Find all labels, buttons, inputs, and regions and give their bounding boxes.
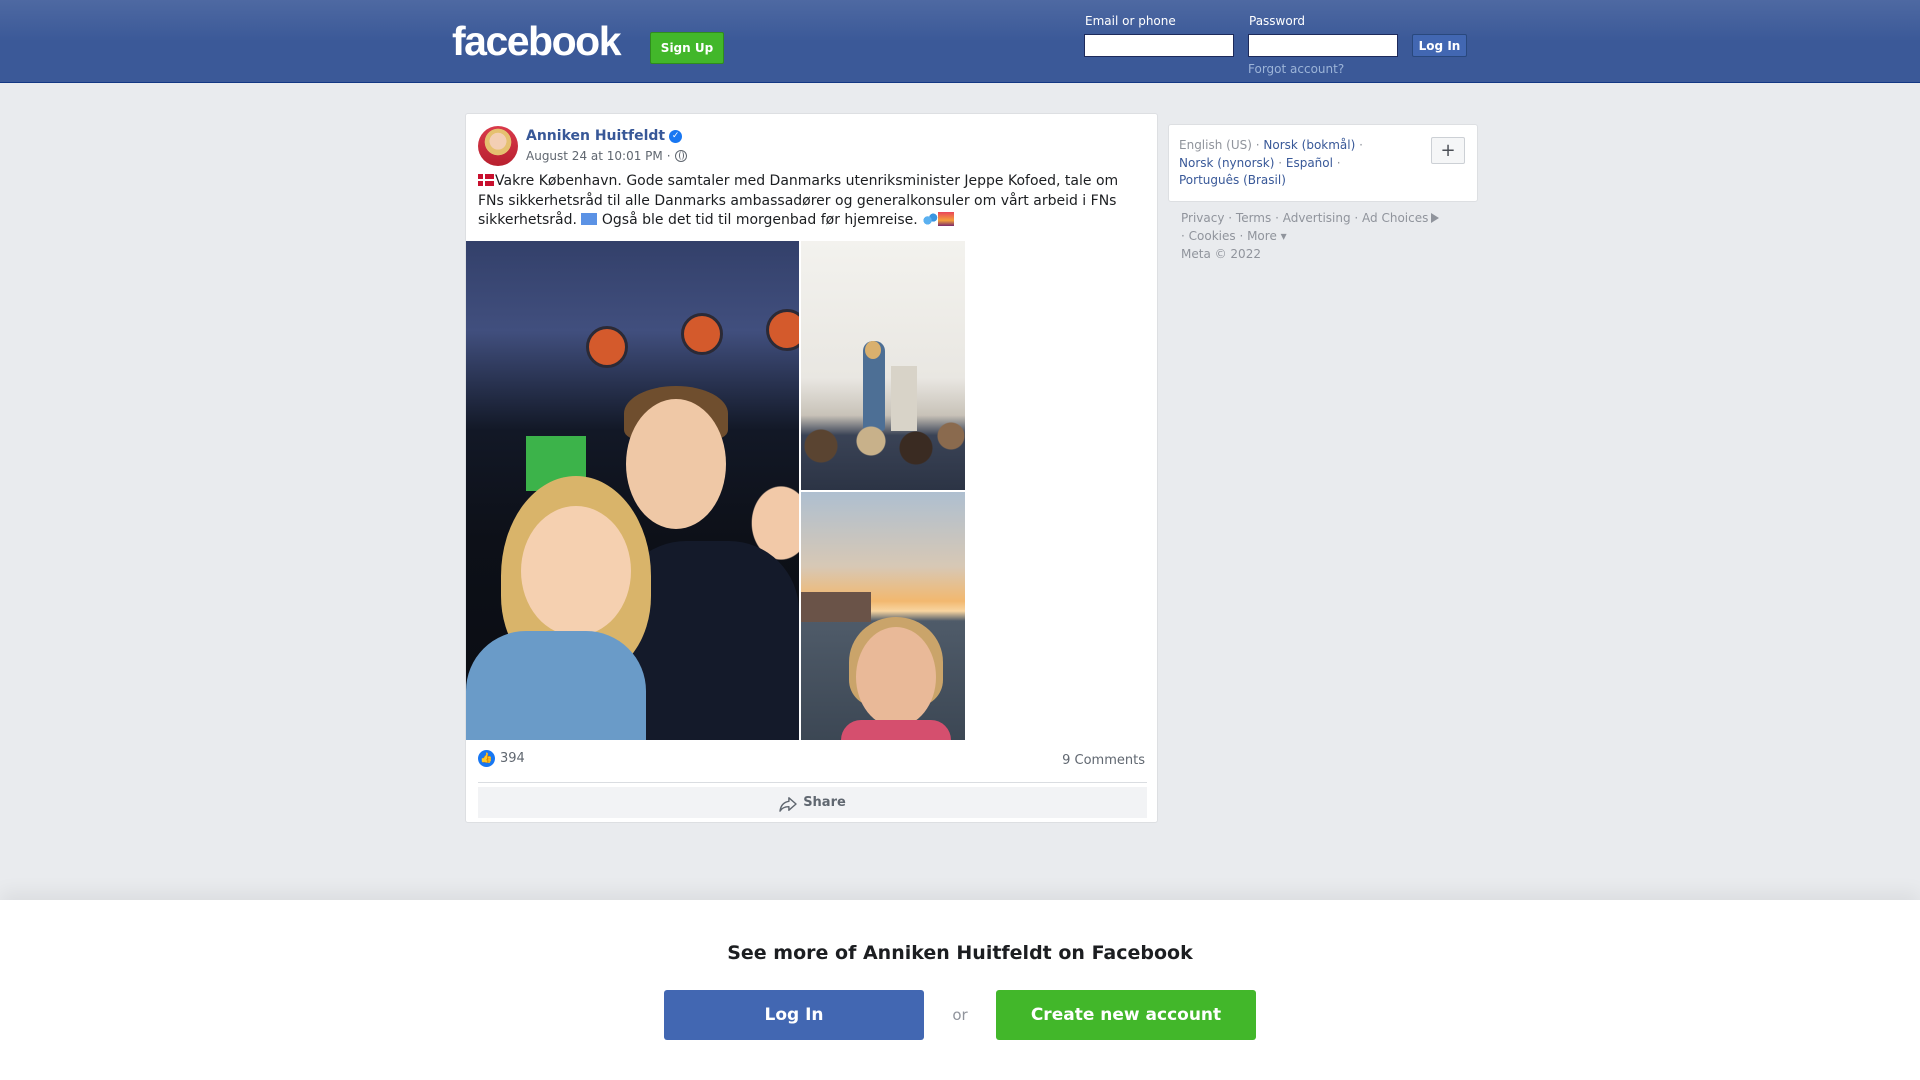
copyright: Meta © 2022 xyxy=(1181,247,1261,261)
author-name: Anniken Huitfeldt xyxy=(526,128,666,144)
un-flag-icon xyxy=(581,213,598,225)
header-login-button[interactable]: Log In xyxy=(1412,34,1467,57)
stage-emblem-decoration xyxy=(586,326,628,368)
share-label: Share xyxy=(803,795,846,810)
bottom-login-button[interactable]: Log In xyxy=(664,990,924,1040)
meta-separator: · xyxy=(666,149,671,163)
language-link-norsk-nynorsk[interactable]: Norsk (nynorsk) xyxy=(1179,156,1274,170)
footer-link-advertising[interactable]: Advertising xyxy=(1283,211,1351,225)
photo-selfie-two-people[interactable] xyxy=(466,241,799,740)
reaction-count: 394 xyxy=(500,751,525,766)
language-selector-box: English (US) · Norsk (bokmål) · Norsk (n… xyxy=(1168,124,1478,202)
ad-choices-label: Ad Choices xyxy=(1362,211,1429,225)
photo-buildings xyxy=(801,592,871,622)
footer-link-privacy[interactable]: Privacy xyxy=(1181,211,1224,225)
footer-link-terms[interactable]: Terms xyxy=(1236,211,1271,225)
footer-link-more[interactable]: More ▾ xyxy=(1247,229,1287,243)
email-label: Email or phone xyxy=(1085,14,1176,28)
password-input[interactable] xyxy=(1248,34,1398,57)
post-meta: August 24 at 10:01 PM · xyxy=(526,149,687,163)
stage-emblem-decoration xyxy=(681,313,723,355)
comments-count-link[interactable]: 9 Comments xyxy=(1062,753,1145,768)
post-text: Vakre København. Gode samtaler med Danma… xyxy=(478,172,1148,231)
photo-figure xyxy=(841,720,951,740)
photo-figure xyxy=(626,399,726,529)
verified-badge-icon: ✓ xyxy=(669,129,683,143)
ad-choices-icon xyxy=(1431,213,1440,223)
photo-audience xyxy=(801,416,965,490)
denmark-flag-icon xyxy=(478,174,494,186)
forgot-account-link[interactable]: Forgot account? xyxy=(1248,62,1344,76)
language-link-espanol[interactable]: Español xyxy=(1286,156,1333,170)
language-link-norsk-bokmal[interactable]: Norsk (bokmål) xyxy=(1263,138,1355,152)
photo-figure xyxy=(865,341,881,359)
reactions-summary[interactable]: 👍 394 xyxy=(478,750,525,767)
sunset-icon xyxy=(938,212,955,226)
top-bar: facebook Sign Up Email or phone Password… xyxy=(0,0,1920,83)
photo-figure xyxy=(466,631,646,740)
more-label: More xyxy=(1247,229,1277,243)
login-prompt-title: See more of Anniken Huitfeldt on Faceboo… xyxy=(727,942,1193,964)
share-button[interactable]: Share xyxy=(478,787,1147,818)
footer-link-cookies[interactable]: Cookies xyxy=(1189,229,1236,243)
stage-emblem-decoration xyxy=(766,309,799,351)
post-text-part2: Også ble det tid til morgenbad før hjemr… xyxy=(597,212,923,228)
globe-icon xyxy=(674,150,687,162)
language-current: English (US) xyxy=(1179,138,1252,152)
photo-figure xyxy=(521,506,631,636)
signup-button[interactable]: Sign Up xyxy=(650,32,724,64)
more-languages-button[interactable]: + xyxy=(1431,137,1465,164)
password-label: Password xyxy=(1249,14,1306,28)
footer-links: Privacy · Terms · Advertising · Ad Choic… xyxy=(1181,209,1481,263)
photo-figure xyxy=(856,627,936,727)
like-icon: 👍 xyxy=(478,750,495,767)
language-link-portugues[interactable]: Português (Brasil) xyxy=(1179,173,1286,187)
photo-harbor-sunset-selfie[interactable] xyxy=(801,492,965,740)
post-timestamp[interactable]: August 24 at 10:01 PM xyxy=(526,149,663,163)
divider xyxy=(478,782,1147,783)
sweat-droplets-icon xyxy=(922,212,939,226)
or-separator: or xyxy=(952,1006,968,1024)
facebook-logo[interactable]: facebook xyxy=(452,18,622,65)
author-name-link[interactable]: Anniken Huitfeldt ✓ xyxy=(526,128,683,144)
login-prompt-banner: See more of Anniken Huitfeldt on Faceboo… xyxy=(0,900,1920,1080)
plus-icon: + xyxy=(1440,139,1456,161)
share-icon xyxy=(779,796,797,812)
author-avatar[interactable] xyxy=(478,126,518,166)
create-account-button[interactable]: Create new account xyxy=(996,990,1256,1040)
photo-speech-at-podium[interactable] xyxy=(801,241,965,490)
post-card: Anniken Huitfeldt ✓ August 24 at 10:01 P… xyxy=(465,113,1158,823)
footer-link-ad-choices[interactable]: Ad Choices xyxy=(1362,211,1440,225)
email-input[interactable] xyxy=(1084,34,1234,57)
